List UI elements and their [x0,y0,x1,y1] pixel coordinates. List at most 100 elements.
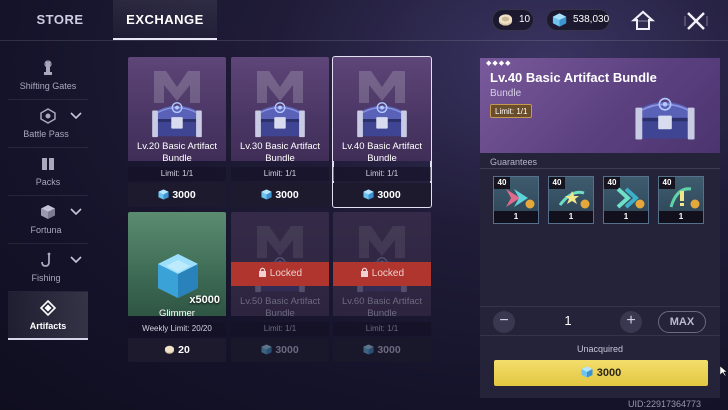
topbar-divider [0,40,728,41]
coin-icon [165,345,175,354]
lock-icon [360,268,368,278]
guarantee-artifact[interactable]: 40 1 [603,176,649,224]
item-limit: Limit: 1/1 [333,322,431,336]
gem-icon [261,189,272,200]
item-card-lv50[interactable]: Locked Lv.50 Basic Artifact Bundle Limit… [231,212,329,362]
locked-banner: Locked [333,262,431,286]
price-value: 20 [178,344,190,356]
item-name: Lv.20 Basic Artifact Bundle [136,141,218,164]
coin-currency: 10 [492,9,534,31]
artifact-chest-icon [630,94,700,144]
coin-icon [498,14,513,26]
close-button[interactable] [681,6,711,36]
item-price: 20 [128,338,226,362]
gem-amount: 538,030 [573,14,610,25]
artifact-quantity: 1 [549,211,593,223]
guarantee-artifact[interactable]: 40 1 [658,176,704,224]
gem-icon [363,189,374,200]
item-limit: Limit: 1/1 [333,167,431,181]
guarantees-label: Guarantees [490,157,538,167]
guarantee-artifact[interactable]: 40 1 [493,176,539,224]
locked-label: Locked [269,268,303,279]
home-icon [630,10,656,30]
artifact-chest-icon [148,99,206,141]
guarantees-divider [480,168,720,169]
user-id: UID:22917364773 [628,399,702,409]
sidebar-item-shifting-gates[interactable]: Shifting Gates [8,52,88,100]
item-price: 3000 [231,338,329,362]
detail-type: Bundle [490,88,522,99]
item-name: Lv.30 Basic Artifact Bundle [239,141,321,164]
locked-label: Locked [371,268,405,279]
lock-icon [258,268,266,278]
max-button[interactable]: MAX [658,311,706,333]
item-limit: Weekly Limit: 20/20 [128,322,226,336]
sidebar-item-battle-pass[interactable]: Battle Pass [8,100,88,148]
top-bar: STORE EXCHANGE 10 538,030 [0,0,728,42]
item-name: Lv.50 Basic Artifact Bundle [239,296,321,319]
artifact-quantity: 1 [604,211,648,223]
item-card-glimmer[interactable]: x5000 Glimmer Weekly Limit: 20/20 20 [128,212,226,362]
rarity-diamonds: ◆◆◆◆ [486,60,512,67]
item-name: Lv.60 Basic Artifact Bundle [341,296,423,319]
sidebar-item-label: Shifting Gates [19,81,77,91]
gem-icon [158,189,169,200]
sidebar-item-label: Fishing [31,273,61,283]
sidebar-item-label: Packs [35,177,61,187]
decrease-button[interactable]: − [493,311,515,333]
artifact-quantity: 1 [494,211,538,223]
locked-banner: Locked [231,262,329,286]
chevron-down-icon [70,256,82,264]
element-badge-icon [635,199,645,209]
sidebar-item-artifacts[interactable]: Artifacts [8,292,88,340]
gem-icon [261,344,272,355]
purchase-button[interactable]: 3000 [494,360,708,386]
acquire-status: Unacquired [576,344,624,354]
detail-limit-badge: Limit: 1/1 [490,104,533,118]
coin-amount: 10 [519,14,531,25]
sidebar-item-fortuna[interactable]: Fortuna [8,196,88,244]
sidebar-item-label: Battle Pass [23,129,69,139]
item-detail-panel: ◆◆◆◆ Lv.40 Basic Artifact Bundle Bundle … [480,58,720,398]
item-price: 3000 [333,183,431,207]
item-price: 3000 [231,183,329,207]
chevron-down-icon [70,112,82,120]
item-name: Glimmer [159,308,195,319]
quantity-stepper: − 1 + MAX [480,306,720,336]
close-icon [684,12,708,30]
artifact-chest-icon [251,99,309,141]
price-value: 3000 [172,189,196,201]
item-card-lv60[interactable]: Locked Lv.60 Basic Artifact Bundle Limit… [333,212,431,362]
emblem-icon [40,108,56,124]
increase-button[interactable]: + [620,311,642,333]
element-badge-icon [580,199,590,209]
tab-store[interactable]: STORE [10,0,110,40]
glimmer-cube-icon [158,254,198,298]
item-card-lv20[interactable]: Lv.20 Basic Artifact Bundle Limit: 1/1 3… [128,57,226,207]
book-icon [42,158,54,170]
item-price: 3000 [333,338,431,362]
sidebar-item-label: Artifacts [29,321,67,331]
item-quantity: x5000 [189,294,220,306]
purchase-price: 3000 [596,367,622,379]
item-card-lv40[interactable]: Lv.40 Basic Artifact Bundle Limit: 1/1 3… [332,56,432,208]
price-value: 3000 [377,344,401,356]
quantity-value: 1 [564,313,572,328]
sidebar: Shifting Gates Battle Pass Packs Fortuna… [8,52,88,344]
tab-exchange[interactable]: EXCHANGE [113,0,217,40]
gem-currency: 538,030 [546,9,610,31]
gem-icon [552,13,567,27]
guarantee-artifact[interactable]: 40 1 [548,176,594,224]
sidebar-item-fishing[interactable]: Fishing [8,244,88,292]
hook-icon [41,252,51,267]
sidebar-item-label: Fortuna [30,225,62,235]
sidebar-item-packs[interactable]: Packs [8,148,88,196]
item-price: 3000 [128,183,226,207]
item-card-lv30[interactable]: Lv.30 Basic Artifact Bundle Limit: 1/1 3… [231,57,329,207]
home-button[interactable] [628,6,658,36]
price-value: 3000 [275,189,299,201]
detail-header: ◆◆◆◆ Lv.40 Basic Artifact Bundle Bundle … [480,58,720,153]
artifact-chest-icon [353,99,411,141]
element-badge-icon [525,199,535,209]
gem-icon [363,344,374,355]
